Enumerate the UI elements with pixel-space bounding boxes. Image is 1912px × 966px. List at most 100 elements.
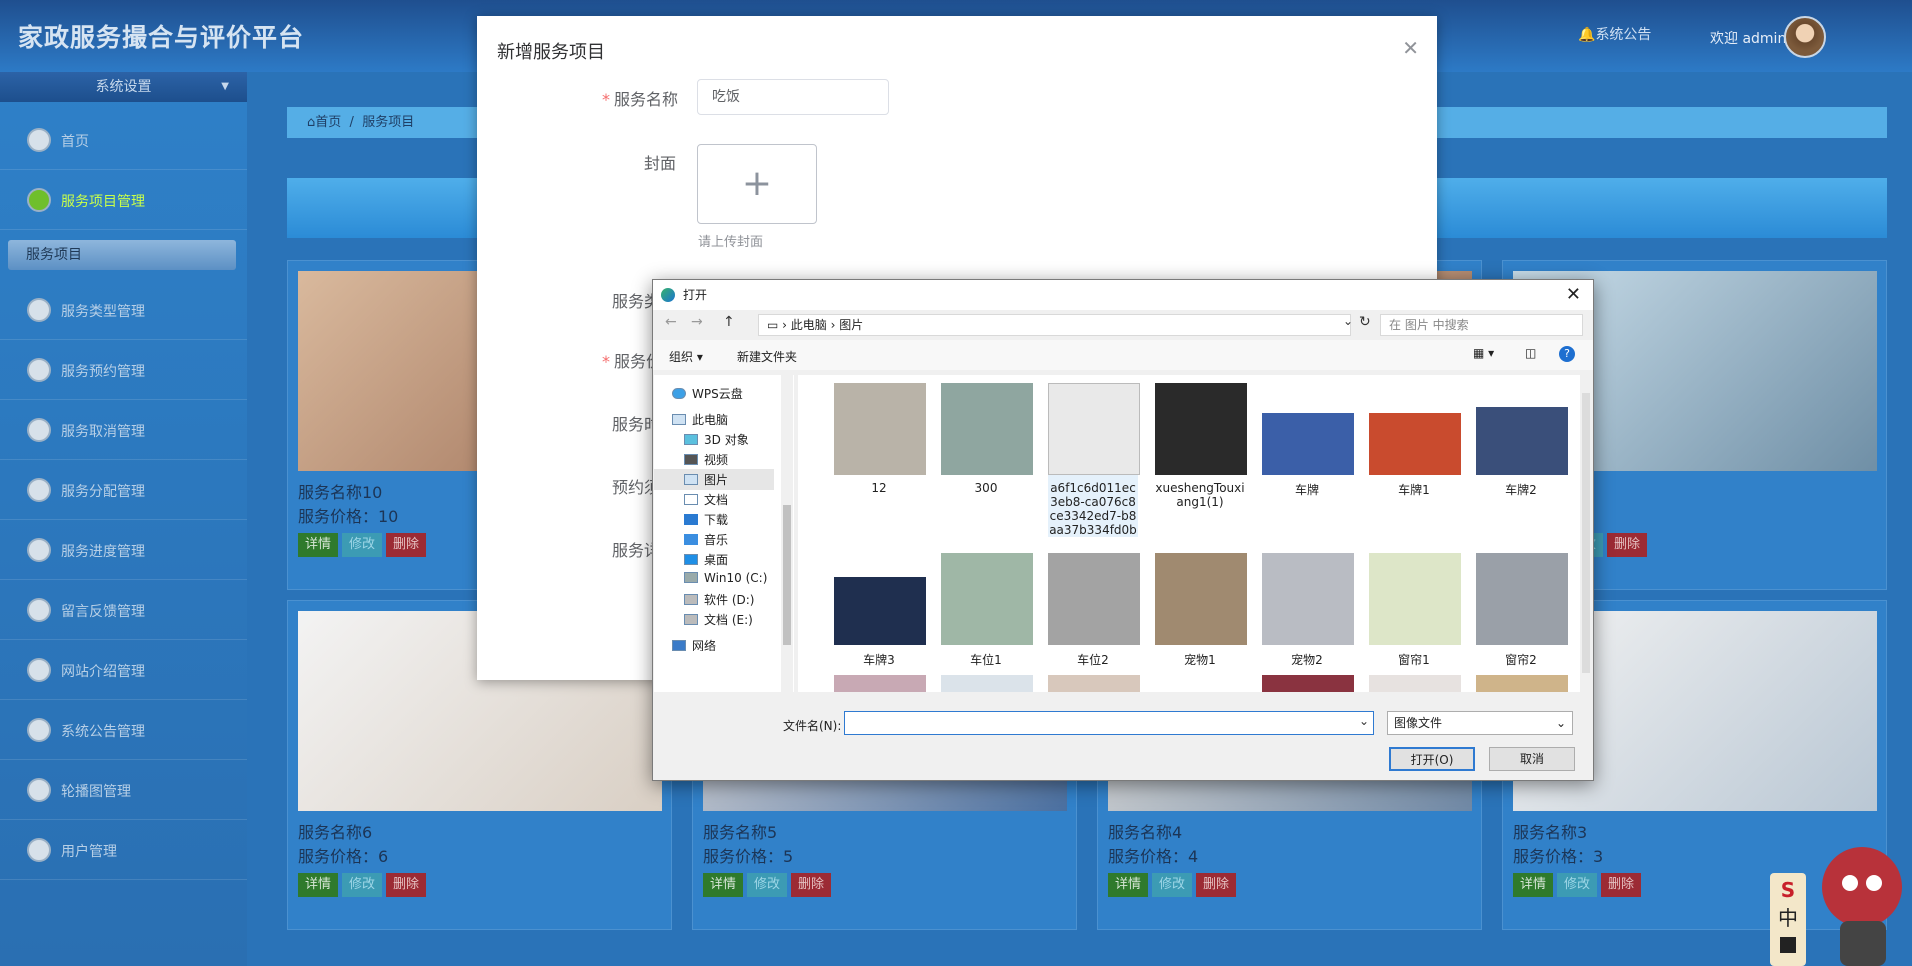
new-folder-button[interactable]: 新建文件夹 [737,348,797,365]
forward-icon[interactable]: → [691,314,703,330]
organize-button[interactable]: 组织 ▾ [669,348,703,365]
delete-button[interactable]: 删除 [791,873,832,897]
filename-input[interactable]: ⌄ [844,711,1374,735]
detail-button[interactable]: 详情 [1108,873,1149,897]
service-price: 服务价格：5 [703,847,794,866]
detail-button[interactable]: 详情 [298,873,339,897]
file-item[interactable]: 宠物1 [1155,553,1247,668]
detail-button[interactable]: 详情 [298,533,339,557]
file-item[interactable]: 车牌3 [834,553,926,668]
tree-item[interactable]: 3D 对象 [684,431,749,448]
back-icon[interactable]: ← [665,314,677,330]
refresh-icon[interactable]: ↻ [1359,314,1371,330]
file-item[interactable]: 车位1 [941,553,1033,668]
notice-link[interactable]: 🔔系统公告 [1578,24,1651,44]
help-icon[interactable]: ? [1559,346,1575,362]
file-thumbnail [1155,383,1247,475]
edit-button[interactable]: 修改 [1152,873,1193,897]
file-item[interactable]: 窗帘1 [1369,553,1461,668]
sidebar-item-progress[interactable]: 服务进度管理 [0,520,247,580]
file-thumbnail [941,383,1033,475]
cancel-button[interactable]: 取消 [1489,747,1575,771]
edit-button[interactable]: 修改 [342,533,383,557]
tree-item[interactable]: WPS云盘 [672,385,743,402]
tree-item[interactable]: 音乐 [684,531,728,548]
tree-scrollbar[interactable] [781,375,793,692]
file-item[interactable]: 车位2 [1048,553,1140,668]
file-thumbnail-partial [1476,675,1568,692]
sidebar-item-assign[interactable]: 服务分配管理 [0,460,247,520]
tree-item[interactable]: 桌面 [684,551,728,568]
edit-button[interactable]: 修改 [747,873,788,897]
detail-button[interactable]: 详情 [1513,873,1554,897]
file-item[interactable]: 宠物2 [1262,553,1354,668]
sidebar-item-booking[interactable]: 服务预约管理 [0,340,247,400]
service-price: 服务价格：6 [298,847,389,866]
delete-button[interactable]: 删除 [1607,533,1648,557]
sidebar-header[interactable]: 系统设置 ▼ [0,72,247,102]
sidebar-item-notice[interactable]: 系统公告管理 [0,700,247,760]
tree-item[interactable]: Win10 (C:) [684,571,767,585]
tree-item[interactable]: 文档 [684,491,728,508]
sidebar-item-intro[interactable]: 网站介绍管理 [0,640,247,700]
delete-button[interactable]: 删除 [1196,873,1237,897]
file-item[interactable]: xueshengTouxiang1(1) [1155,383,1247,509]
service-name-input[interactable]: 吃饭 [697,79,889,115]
tree-item[interactable]: 下载 [684,511,728,528]
sidebar-item-carousel[interactable]: 轮播图管理 [0,760,247,820]
close-icon[interactable]: ✕ [1566,280,1581,310]
tree-item[interactable]: 此电脑 [672,411,728,428]
search-input[interactable]: 在 图片 中搜索 [1380,314,1583,336]
chevron-down-icon[interactable]: ⌄ [1359,714,1369,728]
up-icon[interactable]: ↑ [723,314,735,330]
chevron-down-icon[interactable]: ⌄ [1343,314,1353,328]
file-item[interactable]: 车牌 [1262,383,1354,498]
sidebar-item-type[interactable]: 服务类型管理 [0,280,247,340]
delete-button[interactable]: 删除 [386,533,427,557]
file-thumbnail [1155,553,1247,645]
sidebar-subitem-service[interactable]: 服务项目 [8,240,236,270]
detail-button[interactable]: 详情 [703,873,744,897]
sidebar-item-cancel[interactable]: 服务取消管理 [0,400,247,460]
mascot-eye [1842,875,1858,891]
preview-pane-icon[interactable]: ◫ [1525,346,1536,360]
avatar[interactable] [1784,16,1826,58]
tree-item[interactable]: 网络 [672,637,716,651]
edit-button[interactable]: 修改 [342,873,383,897]
filetype-select[interactable]: 图像文件 ⌄ [1387,711,1573,735]
pc-icon: ▭ [767,318,779,332]
open-button[interactable]: 打开(O) [1389,747,1475,771]
sidebar-item-feedback[interactable]: 留言反馈管理 [0,580,247,640]
tree-item[interactable]: 文档 (E:) [684,611,753,628]
service-price: 服务价格：3 [1513,847,1604,866]
file-item[interactable]: 车牌1 [1369,383,1461,498]
delete-button[interactable]: 删除 [1601,873,1642,897]
file-item[interactable]: 300 [941,383,1033,495]
tree-item[interactable]: 视频 [684,451,728,468]
mascot-badge-char: 中 [1778,906,1798,930]
close-icon[interactable]: ✕ [1402,36,1419,60]
file-thumbnail [1048,553,1140,645]
cover-upload[interactable]: + [697,144,817,224]
delete-button[interactable]: 删除 [386,873,427,897]
sidebar-item-service-items[interactable]: 服务项目管理 [0,170,247,230]
user-icon [27,838,51,862]
tree-item-selected[interactable]: 图片 [654,469,774,490]
sidebar-item-home[interactable]: 首页 [0,110,247,170]
view-icon[interactable]: ▦ ▾ [1473,346,1494,360]
file-thumbnail-partial [1262,675,1354,692]
home-icon [27,128,51,152]
sidebar-item-users[interactable]: 用户管理 [0,820,247,880]
address-bar[interactable]: ▭ › 此电脑 › 图片 [758,314,1351,336]
grid-scrollbar[interactable] [1580,375,1592,692]
file-item[interactable]: 窗帘2 [1476,553,1568,668]
file-thumbnail [834,577,926,645]
file-thumbnail [1048,383,1140,475]
edit-button[interactable]: 修改 [1557,873,1598,897]
file-item[interactable]: 车牌2 [1476,383,1568,498]
breadcrumb-home[interactable]: 首页 [315,115,341,130]
file-item[interactable]: 12 [834,383,926,495]
tree-item[interactable]: 软件 (D:) [684,591,754,608]
file-item-hovered[interactable]: a6f1c6d011ec3eb8-ca076c8ce3342ed7-b8aa37… [1048,383,1140,537]
mascot-badge-shirt [1780,937,1796,953]
